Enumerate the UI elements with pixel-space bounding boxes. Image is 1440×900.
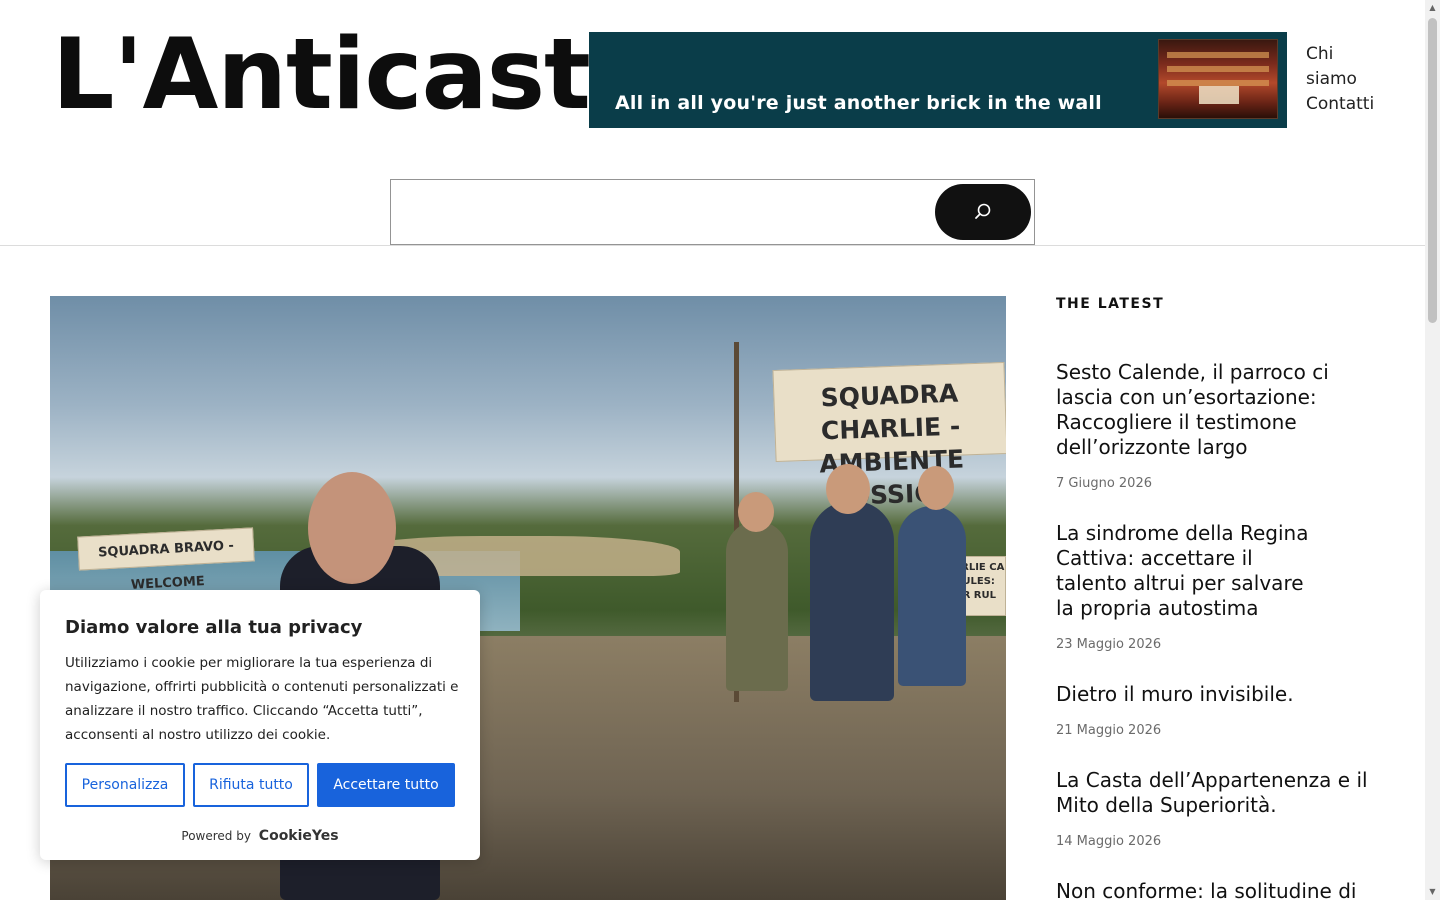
woman-head xyxy=(308,472,396,584)
cookie-title: Diamo valore alla tua privacy xyxy=(65,617,363,638)
search-box xyxy=(390,179,1035,245)
accept-all-button[interactable]: Accettare tutto xyxy=(317,763,455,807)
man-head-1 xyxy=(738,492,774,532)
cookie-consent-dialog: Diamo valore alla tua privacy Utilizziam… xyxy=(40,590,480,860)
theater-image xyxy=(1158,39,1278,119)
list-item: La Casta dell’Appartenenza e il Mito del… xyxy=(1056,768,1376,849)
post-title-link[interactable]: Sesto Calende, il parroco ci lascia con … xyxy=(1056,360,1376,460)
man-head-3 xyxy=(918,466,954,510)
site-title[interactable]: L'Anticasta xyxy=(52,21,656,130)
man-figure-2 xyxy=(810,501,894,701)
post-title-link[interactable]: Dietro il muro invisibile. xyxy=(1056,682,1376,707)
reject-all-button[interactable]: Rifiuta tutto xyxy=(193,763,309,807)
post-title-link[interactable]: Non conforme: la solitudine di xyxy=(1056,879,1376,900)
top-navigation: Chi siamo Contatti xyxy=(1306,42,1374,117)
banner-squadra-charlie: SQUADRA CHARLIE - AMBIENTE TOSSICO xyxy=(772,361,1006,511)
customize-button[interactable]: Personalizza xyxy=(65,763,185,807)
post-title-link[interactable]: La sindrome della Regina Cattiva: accett… xyxy=(1056,521,1326,621)
latest-heading: THE LATEST xyxy=(1056,296,1165,312)
list-item: La sindrome della Regina Cattiva: accett… xyxy=(1056,521,1376,652)
post-date: 23 Maggio 2026 xyxy=(1056,637,1162,652)
scrollbar-thumb[interactable] xyxy=(1428,18,1437,323)
cookieyes-logo[interactable]: CookieYes xyxy=(259,828,339,844)
post-title-link[interactable]: La Casta dell’Appartenenza e il Mito del… xyxy=(1056,768,1376,818)
post-date: 14 Maggio 2026 xyxy=(1056,834,1162,849)
header-divider xyxy=(0,245,1425,246)
list-item: Dietro il muro invisibile. 21 Maggio 202… xyxy=(1056,682,1376,738)
header-banner[interactable]: All in all you're just another brick in … xyxy=(589,32,1287,128)
search-button[interactable] xyxy=(935,184,1031,240)
man-head-2 xyxy=(826,464,870,514)
man-figure-1 xyxy=(726,521,788,691)
powered-by-label: Powered by xyxy=(181,829,251,843)
man-figure-3 xyxy=(898,506,966,686)
nav-link-contatti[interactable]: Contatti xyxy=(1306,92,1374,117)
post-date: 21 Maggio 2026 xyxy=(1056,723,1162,738)
post-date: 7 Giugno 2026 xyxy=(1056,476,1152,491)
latest-posts-list: Sesto Calende, il parroco ci lascia con … xyxy=(1056,360,1376,900)
search-input[interactable] xyxy=(397,186,927,238)
list-item: Sesto Calende, il parroco ci lascia con … xyxy=(1056,360,1376,491)
banner-text: All in all you're just another brick in … xyxy=(615,92,1102,114)
page-scrollbar[interactable]: ▲ ▼ xyxy=(1425,0,1440,900)
scroll-down-arrow-icon[interactable]: ▼ xyxy=(1428,888,1437,896)
search-icon xyxy=(975,203,991,219)
cookie-description: Utilizziamo i cookie per migliorare la t… xyxy=(65,655,459,743)
nav-link-chi-siamo[interactable]: Chi siamo xyxy=(1306,42,1366,92)
list-item: Non conforme: la solitudine di xyxy=(1056,879,1376,900)
scroll-up-arrow-icon[interactable]: ▲ xyxy=(1428,4,1437,12)
powered-by: Powered by CookieYes xyxy=(40,828,480,844)
